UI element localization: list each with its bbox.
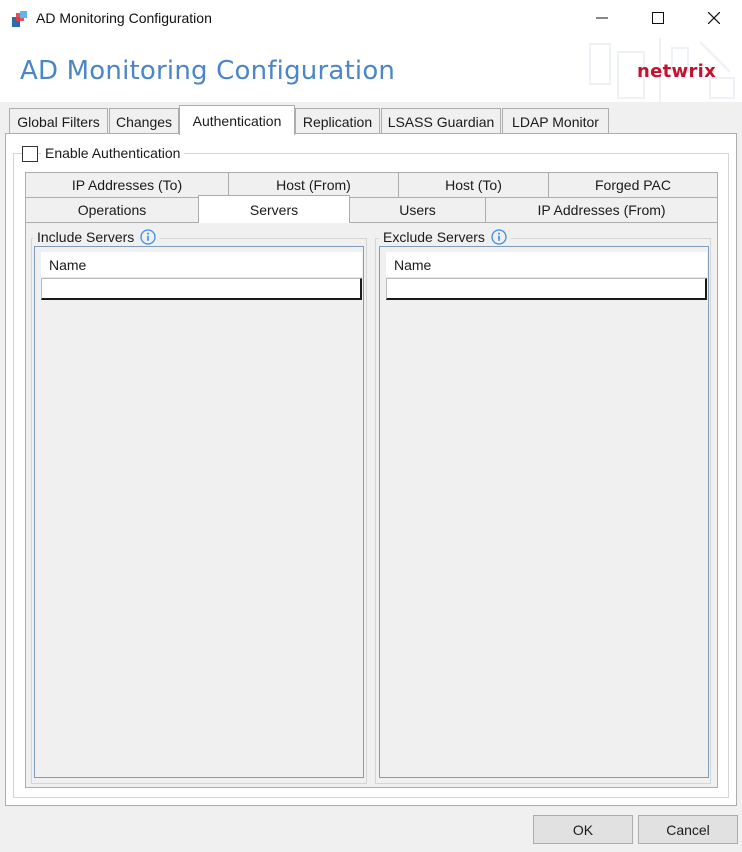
info-icon[interactable]	[491, 229, 507, 245]
minimize-icon	[596, 17, 608, 19]
ok-button[interactable]: OK	[533, 815, 633, 844]
app-icon	[11, 10, 29, 28]
tab-authentication[interactable]: Authentication	[179, 105, 295, 135]
maximize-icon	[652, 12, 664, 24]
exclude-name-column-header[interactable]: Name	[386, 252, 707, 278]
subtab-host-to[interactable]: Host (To)	[398, 172, 549, 198]
tab-lsass-guardian[interactable]: LSASS Guardian	[381, 108, 501, 134]
enable-authentication-checkbox[interactable]	[22, 146, 38, 162]
title-bar: AD Monitoring Configuration	[0, 0, 742, 38]
enable-authentication-label: Enable Authentication	[41, 145, 185, 161]
subtab-ip-addresses-from[interactable]: IP Addresses (From)	[485, 197, 718, 223]
include-servers-title: Include Servers	[37, 229, 135, 245]
exclude-new-row[interactable]	[386, 278, 707, 300]
exclude-servers-label: Exclude Servers	[379, 229, 511, 245]
maximize-button[interactable]	[630, 0, 686, 36]
window-title: AD Monitoring Configuration	[36, 10, 212, 26]
exclude-servers-title: Exclude Servers	[383, 229, 485, 245]
info-icon[interactable]	[140, 229, 156, 245]
tab-replication[interactable]: Replication	[295, 108, 380, 134]
exclude-servers-grid[interactable]: Name	[379, 246, 709, 778]
cancel-button[interactable]: Cancel	[638, 815, 738, 844]
tab-global-filters[interactable]: Global Filters	[9, 108, 108, 134]
minimize-button[interactable]	[574, 0, 630, 36]
tab-ldap-monitor[interactable]: LDAP Monitor	[502, 108, 609, 134]
subtab-operations[interactable]: Operations	[25, 197, 199, 223]
close-icon	[708, 12, 720, 24]
page-title: AD Monitoring Configuration	[20, 56, 396, 86]
include-servers-grid[interactable]: Name	[34, 246, 364, 778]
subtab-users[interactable]: Users	[349, 197, 486, 223]
include-new-row[interactable]	[41, 278, 362, 300]
brand-logo: netwrix	[637, 61, 717, 82]
tab-changes[interactable]: Changes	[109, 108, 179, 134]
close-button[interactable]	[686, 0, 742, 36]
include-servers-label: Include Servers	[33, 229, 161, 245]
subtab-forged-pac[interactable]: Forged PAC	[548, 172, 718, 198]
header-banner: AD Monitoring Configuration netwrix	[0, 38, 742, 102]
include-name-column-header[interactable]: Name	[41, 252, 362, 278]
subtab-servers[interactable]: Servers	[198, 195, 350, 223]
